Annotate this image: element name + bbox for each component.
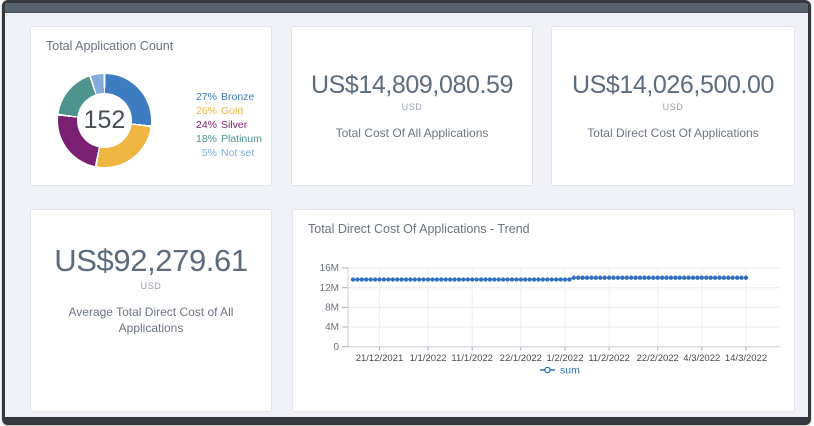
legend-label: Bronze bbox=[221, 90, 254, 104]
svg-text:1/1/2022: 1/1/2022 bbox=[410, 353, 447, 364]
svg-text:1/2/2022: 1/2/2022 bbox=[547, 353, 584, 364]
average-direct-cost-value: US$92,279.61 bbox=[54, 243, 247, 279]
donut-legend: 27% Bronze 26% Gold 24% Silver 18% Platinum 5% No… bbox=[190, 90, 262, 160]
widget-total-cost[interactable]: US$14,809,080.59 USD Total Cost Of All A… bbox=[291, 26, 533, 186]
legend-label: Not set bbox=[221, 146, 254, 160]
svg-text:4M: 4M bbox=[325, 322, 339, 333]
donut-legend-item[interactable]: 24% Silver bbox=[190, 118, 262, 132]
widget-total-direct-cost[interactable]: US$14,026,500.00 USD Total Direct Cost O… bbox=[551, 26, 795, 186]
widget-caption: Total Direct Cost Of Applications bbox=[587, 125, 758, 141]
trend-line-chart[interactable]: 0 4M 8M 12M 16M 21/12/2021 1/1/2022 11/1/2022 22… bbox=[293, 255, 796, 411]
legend-percent: 24% bbox=[190, 118, 217, 132]
widget-caption: Average Total Direct Cost of All Applica… bbox=[44, 304, 259, 336]
currency-label: USD bbox=[663, 102, 684, 112]
legend-percent: 27% bbox=[190, 90, 217, 104]
widget-total-application-count[interactable]: Total Application Count 152 27%Bronze26%… bbox=[30, 26, 272, 186]
legend-item-sum[interactable]: sum bbox=[540, 365, 580, 377]
widget-title: Total Application Count bbox=[46, 39, 173, 53]
legend-percent: 18% bbox=[190, 132, 217, 146]
svg-text:16M: 16M bbox=[320, 263, 339, 274]
donut-chart[interactable]: 152 bbox=[58, 74, 151, 167]
donut-legend-item[interactable]: 5% Not set bbox=[190, 146, 262, 160]
legend-label: Silver bbox=[221, 118, 247, 132]
widget-average-direct-cost[interactable]: US$92,279.61 USD Average Total Direct Co… bbox=[30, 209, 272, 412]
legend-label: Platinum bbox=[221, 132, 262, 146]
total-cost-value: US$14,809,080.59 bbox=[311, 71, 513, 100]
trend-series-sum[interactable] bbox=[351, 276, 748, 282]
svg-text:0: 0 bbox=[333, 342, 339, 353]
donut-legend-item[interactable]: 26% Gold bbox=[190, 104, 262, 118]
currency-label: USD bbox=[141, 281, 162, 291]
svg-text:12M: 12M bbox=[320, 283, 339, 294]
svg-text:4/3/2022: 4/3/2022 bbox=[683, 353, 720, 364]
svg-text:22/2/2022: 22/2/2022 bbox=[637, 353, 679, 364]
svg-text:8M: 8M bbox=[325, 303, 339, 314]
legend-percent: 5% bbox=[190, 146, 217, 160]
widget-caption: Total Cost Of All Applications bbox=[336, 125, 489, 141]
svg-text:22/1/2022: 22/1/2022 bbox=[500, 353, 542, 364]
widget-title: Total Direct Cost Of Applications - Tren… bbox=[308, 222, 530, 236]
widget-direct-cost-trend[interactable]: Total Direct Cost Of Applications - Tren… bbox=[292, 209, 795, 412]
window-titlebar bbox=[5, 3, 808, 13]
legend-text: sum bbox=[560, 365, 580, 377]
svg-text:14/3/2022: 14/3/2022 bbox=[725, 353, 767, 364]
currency-label: USD bbox=[402, 102, 423, 112]
svg-text:11/1/2022: 11/1/2022 bbox=[451, 353, 493, 364]
svg-text:21/12/2021: 21/12/2021 bbox=[356, 353, 404, 364]
total-direct-cost-value: US$14,026,500.00 bbox=[572, 71, 774, 100]
donut-legend-item[interactable]: 18% Platinum bbox=[190, 132, 262, 146]
donut-legend-item[interactable]: 27% Bronze bbox=[190, 90, 262, 104]
legend-marker-icon bbox=[545, 367, 550, 372]
svg-text:11/2/2022: 11/2/2022 bbox=[588, 353, 630, 364]
legend-percent: 26% bbox=[190, 104, 217, 118]
legend-label: Gold bbox=[221, 104, 243, 118]
dashboard-screen: Total Application Count 152 27%Bronze26%… bbox=[0, 0, 814, 426]
